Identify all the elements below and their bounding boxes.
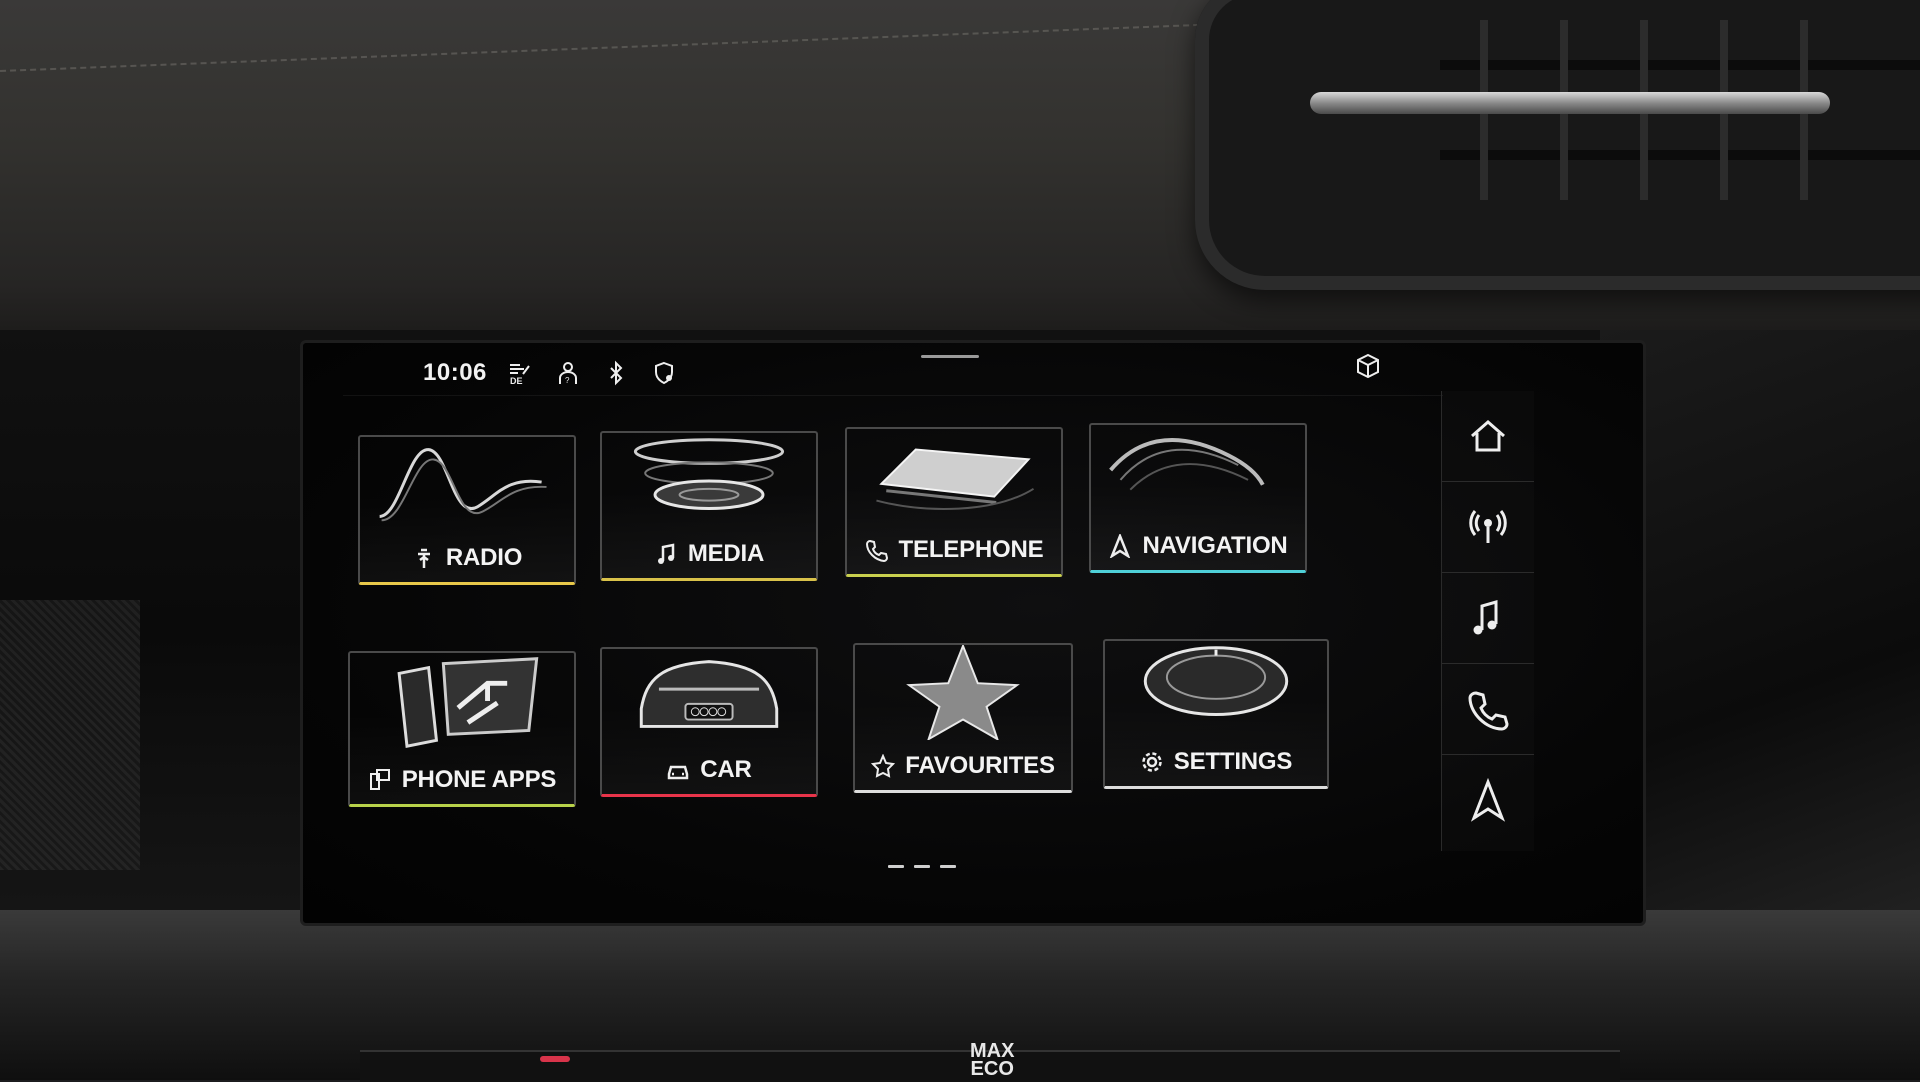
settings-tile-label: SETTINGS bbox=[1105, 748, 1327, 776]
page-dot[interactable] bbox=[940, 865, 956, 868]
air-vent-slat bbox=[1440, 150, 1920, 160]
navigation-arrow-icon bbox=[1110, 534, 1131, 558]
telephone-label-text: TELEPHONE bbox=[898, 536, 1044, 563]
telephone-phone-art bbox=[847, 429, 1061, 524]
radio-tile[interactable]: RADIO bbox=[358, 435, 576, 585]
media-tile-label: MEDIA bbox=[602, 540, 816, 568]
car-icon bbox=[668, 765, 689, 780]
media-tile[interactable]: MEDIA bbox=[600, 431, 818, 581]
telephone-tile[interactable]: TELEPHONE bbox=[845, 427, 1063, 577]
rail-radio-button[interactable] bbox=[1442, 482, 1534, 573]
traffic-sign-de-icon[interactable]: DE bbox=[505, 358, 535, 388]
music-note-icon bbox=[657, 543, 675, 564]
music-note-icon bbox=[1473, 600, 1498, 635]
radio-tile-label: RADIO bbox=[360, 544, 574, 572]
max-eco-label: MAX ECO bbox=[970, 1040, 1015, 1080]
svg-text:?: ? bbox=[565, 376, 570, 385]
antenna-icon bbox=[1469, 510, 1507, 543]
privacy-location-icon[interactable] bbox=[649, 358, 679, 388]
phone-icon bbox=[1468, 691, 1509, 731]
favourites-star-art bbox=[855, 643, 1071, 742]
infotainment-screen: 10:06 DE ? RADIO MEDIA TELEPHONE NAVIGAT… bbox=[300, 340, 1646, 926]
page-indicator[interactable] bbox=[888, 865, 956, 868]
svg-text:DE: DE bbox=[510, 376, 523, 386]
car-tile-label: CAR bbox=[602, 756, 816, 784]
car-tile[interactable]: CAR bbox=[600, 647, 818, 797]
car-front-art bbox=[602, 649, 816, 744]
favourites-tile-label: FAVOURITES bbox=[855, 752, 1071, 780]
media-label-text: MEDIA bbox=[687, 540, 765, 567]
phone-apps-icon bbox=[369, 769, 390, 790]
navigation-arrow-icon bbox=[1470, 778, 1506, 822]
settings-dial-art bbox=[1105, 641, 1327, 736]
home-icon bbox=[1471, 420, 1505, 452]
settings-tile[interactable]: SETTINGS bbox=[1103, 639, 1329, 789]
air-vent-chrome-bar bbox=[1310, 92, 1830, 114]
air-vent-slat bbox=[1440, 60, 1920, 70]
status-bar: 10:06 DE ? bbox=[423, 353, 679, 393]
shortcut-rail bbox=[1441, 391, 1534, 851]
antenna-icon bbox=[417, 548, 430, 568]
favourites-label-text: FAVOURITES bbox=[905, 752, 1055, 779]
page-dot[interactable] bbox=[888, 865, 904, 868]
rail-navigation-button[interactable] bbox=[1442, 755, 1534, 845]
media-disc-art bbox=[602, 433, 816, 528]
driver-profile-icon[interactable]: ? bbox=[553, 358, 583, 388]
phone-apps-art bbox=[350, 653, 574, 748]
radio-wave-art bbox=[360, 437, 574, 532]
bluetooth-icon[interactable] bbox=[601, 358, 631, 388]
air-vent bbox=[1195, 0, 1920, 290]
radio-label-text: RADIO bbox=[445, 544, 523, 571]
star-icon bbox=[871, 754, 896, 778]
telephone-tile-label: TELEPHONE bbox=[847, 536, 1061, 564]
navigation-tile-label: NAVIGATION bbox=[1091, 532, 1305, 560]
gear-icon bbox=[1142, 752, 1162, 772]
navigation-label-text: NAVIGATION bbox=[1142, 532, 1288, 559]
drag-handle[interactable] bbox=[921, 355, 979, 358]
climate-indicator-led bbox=[540, 1056, 570, 1062]
rail-telephone-button[interactable] bbox=[1442, 664, 1534, 755]
package-cube-icon[interactable] bbox=[1353, 351, 1383, 381]
speaker-grille bbox=[0, 600, 140, 870]
car-label-text: CAR bbox=[700, 756, 752, 783]
favourites-tile[interactable]: FAVOURITES bbox=[853, 643, 1073, 793]
bezel-right-panel bbox=[1600, 330, 1920, 930]
rail-media-button[interactable] bbox=[1442, 573, 1534, 664]
phone-apps-tile[interactable]: PHONE APPS bbox=[348, 651, 576, 807]
status-divider bbox=[343, 395, 1443, 396]
rail-home-button[interactable] bbox=[1442, 391, 1534, 482]
navigation-tile[interactable]: NAVIGATION bbox=[1089, 423, 1307, 573]
clock: 10:06 bbox=[423, 359, 487, 386]
page-dot[interactable] bbox=[914, 865, 930, 868]
phone-apps-tile-label: PHONE APPS bbox=[350, 766, 574, 794]
settings-label-text: SETTINGS bbox=[1173, 748, 1293, 775]
phone-apps-label-text: PHONE APPS bbox=[401, 766, 557, 793]
navigation-road-art bbox=[1091, 425, 1305, 520]
phone-icon bbox=[865, 539, 888, 562]
